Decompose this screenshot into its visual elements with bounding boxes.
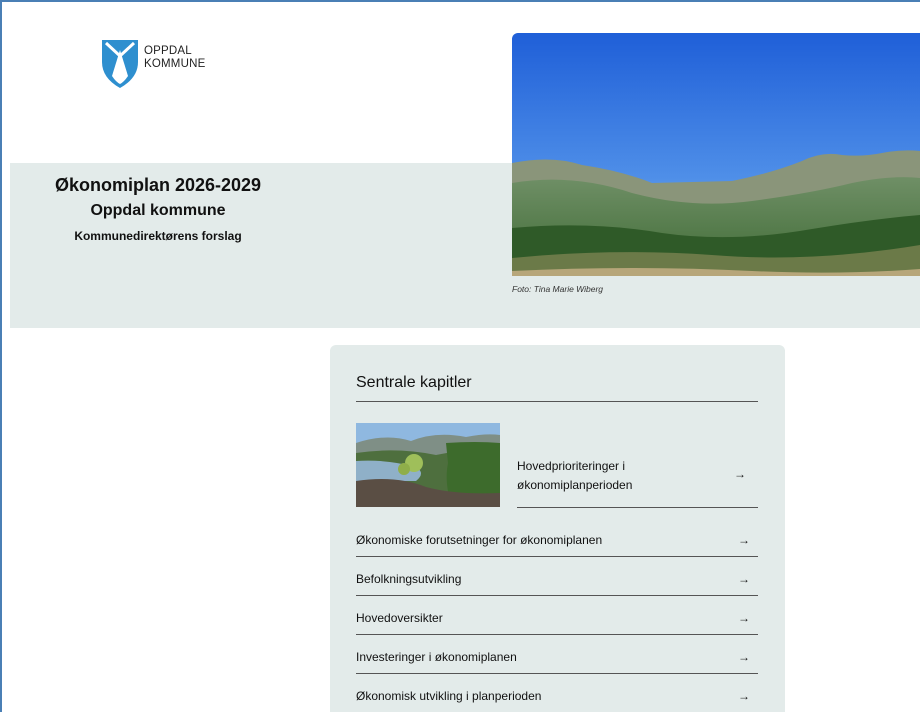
- arrow-right-icon: →: [738, 689, 750, 703]
- page-subtitle: Oppdal kommune: [90, 202, 226, 219]
- chapter-label: Befolkningsutvikling: [356, 572, 462, 586]
- heading-divider: [356, 401, 758, 402]
- logo-line2: KOMMUNE: [144, 58, 206, 70]
- chapter-link-main-overviews[interactable]: Hovedoversikter →: [356, 597, 758, 635]
- chapter-label: Økonomisk utvikling i planperioden: [356, 689, 542, 703]
- arrow-right-icon: →: [738, 650, 750, 664]
- chapter-link-economic-development[interactable]: Økonomisk utvikling i planperioden →: [356, 675, 758, 712]
- river-image: [356, 423, 500, 507]
- page: OPPDAL KOMMUNE Økonomiplan 2026-2029 Opp…: [10, 2, 920, 712]
- chapter-link-investments[interactable]: Investeringer i økonomiplanen →: [356, 636, 758, 674]
- feature-thumbnail: [356, 423, 500, 507]
- chapters-heading: Sentrale kapitler: [356, 374, 472, 391]
- page-tagline: Kommunedirektørens forslag: [74, 229, 242, 243]
- logo-line1: OPPDAL: [144, 45, 192, 57]
- chapter-label: Økonomiske forutsetninger for økonomipla…: [356, 533, 603, 547]
- central-chapters-card: Sentrale kapitler Hovedprioriteringer i …: [330, 345, 785, 712]
- arrow-right-icon: →: [738, 533, 750, 547]
- chapter-list: Økonomiske forutsetninger for økonomipla…: [356, 519, 758, 712]
- municipality-logo[interactable]: OPPDAL KOMMUNE: [102, 40, 205, 88]
- feature-divider: [517, 507, 758, 508]
- arrow-right-icon: →: [734, 467, 746, 481]
- arrow-right-icon: →: [738, 572, 750, 586]
- chapter-link-economic-assumptions[interactable]: Økonomiske forutsetninger for økonomipla…: [356, 519, 758, 557]
- hero-photo: [512, 33, 920, 276]
- landscape-image: [512, 33, 920, 276]
- chapter-label: Hovedoversikter: [356, 611, 443, 625]
- hero-title-block: Økonomiplan 2026-2029 Oppdal kommune Kom…: [43, 174, 273, 244]
- logo-text: OPPDAL KOMMUNE: [144, 45, 205, 71]
- coat-of-arms-icon: [102, 40, 138, 88]
- chapter-link-population[interactable]: Befolkningsutvikling →: [356, 558, 758, 596]
- feature-chapter-label: Hovedprioriteringer i økonomiplanperiode…: [517, 459, 633, 492]
- page-title: Økonomiplan 2026-2029: [54, 175, 262, 195]
- feature-chapter-link[interactable]: Hovedprioriteringer i økonomiplanperiode…: [356, 423, 758, 509]
- arrow-right-icon: →: [738, 611, 750, 625]
- photo-credit: Foto: Tina Marie Wiberg: [512, 284, 604, 294]
- chapter-label: Investeringer i økonomiplanen: [356, 650, 517, 664]
